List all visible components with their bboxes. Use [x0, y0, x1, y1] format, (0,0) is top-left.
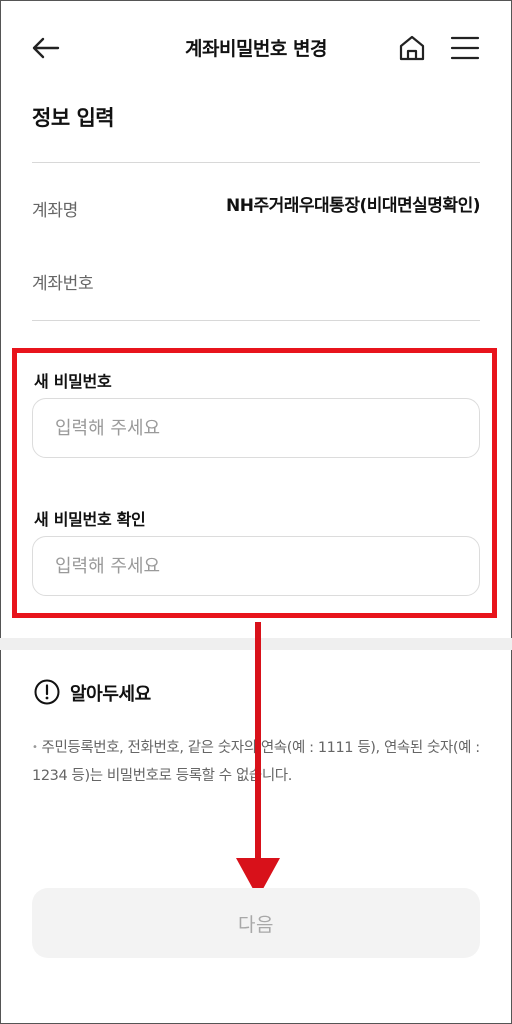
new-password-label: 새 비밀번호: [34, 372, 112, 391]
exclamation-circle-icon: [34, 679, 60, 705]
account-number-label: 계좌번호: [32, 274, 94, 294]
divider-top: [32, 162, 480, 163]
account-name-label: 계좌명: [32, 201, 79, 221]
page-title: 계좌비밀번호 변경: [185, 38, 327, 60]
divider-bottom: [32, 320, 480, 321]
header: 계좌비밀번호 변경: [0, 0, 512, 96]
account-name-value: NH주거래우대통장(비대면실명확인): [226, 196, 480, 216]
next-button[interactable]: 다음: [32, 888, 480, 958]
notice-title: 알아두세요: [70, 684, 151, 705]
hamburger-menu-icon: [450, 36, 480, 60]
bullet-icon: •: [32, 742, 38, 753]
section-separator: [0, 638, 512, 650]
notice-text: • 주민등록번호, 전화번호, 같은 숫자의 연속(예 : 1111 등), 연속…: [32, 734, 488, 790]
section-title: 정보 입력: [32, 106, 115, 130]
home-button[interactable]: [394, 30, 430, 66]
notice-body: 주민등록번호, 전화번호, 같은 숫자의 연속(예 : 1111 등), 연속된…: [32, 740, 480, 784]
confirm-password-label: 새 비밀번호 확인: [34, 510, 146, 529]
home-icon: [399, 35, 425, 61]
confirm-password-input[interactable]: [32, 536, 480, 596]
new-password-input[interactable]: [32, 398, 480, 458]
menu-button[interactable]: [447, 30, 483, 66]
